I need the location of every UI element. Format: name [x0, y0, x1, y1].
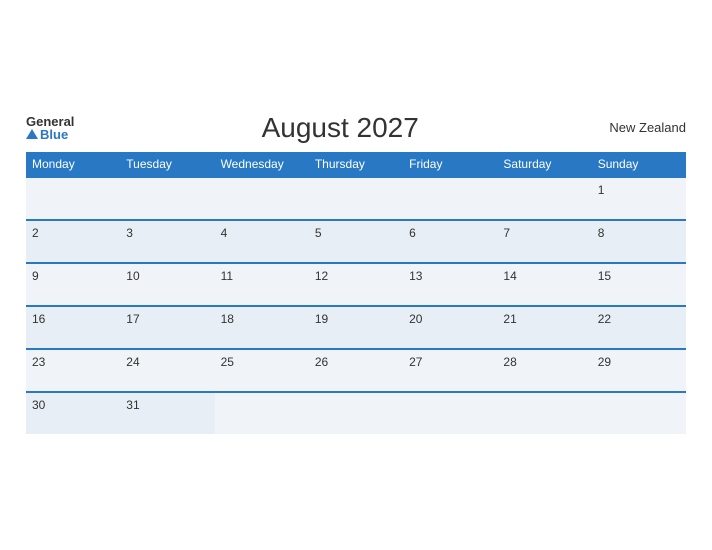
- day-number: 18: [221, 312, 234, 326]
- header-saturday: Saturday: [497, 152, 591, 177]
- calendar-day-cell: [309, 177, 403, 220]
- header-thursday: Thursday: [309, 152, 403, 177]
- day-number: 19: [315, 312, 328, 326]
- day-number: 13: [409, 269, 422, 283]
- day-number: 21: [503, 312, 516, 326]
- calendar-day-cell: 16: [26, 306, 120, 349]
- calendar-week-row: 2 3 4 5 6 7 8: [26, 220, 686, 263]
- calendar-day-cell: 4: [215, 220, 309, 263]
- calendar-week-row: 23 24 25 26 27 28 29: [26, 349, 686, 392]
- day-number: 10: [126, 269, 139, 283]
- day-number: 14: [503, 269, 516, 283]
- day-number: 11: [221, 269, 233, 283]
- day-number: 30: [32, 398, 45, 412]
- calendar-day-cell: [26, 177, 120, 220]
- calendar-day-cell: 15: [592, 263, 686, 306]
- calendar-day-cell: 25: [215, 349, 309, 392]
- calendar-day-cell: 14: [497, 263, 591, 306]
- calendar-day-cell: [497, 392, 591, 434]
- calendar-day-cell: 30: [26, 392, 120, 434]
- day-number: 20: [409, 312, 422, 326]
- header-tuesday: Tuesday: [120, 152, 214, 177]
- calendar-title: August 2027: [74, 112, 606, 144]
- day-number: 12: [315, 269, 328, 283]
- calendar-day-cell: 19: [309, 306, 403, 349]
- logo-general-text: General: [26, 115, 74, 128]
- calendar-day-cell: [403, 177, 497, 220]
- calendar-day-cell: 3: [120, 220, 214, 263]
- calendar-grid: Monday Tuesday Wednesday Thursday Friday…: [26, 152, 686, 434]
- header-sunday: Sunday: [592, 152, 686, 177]
- calendar-day-cell: [497, 177, 591, 220]
- day-number: 6: [409, 226, 416, 240]
- calendar-day-cell: 24: [120, 349, 214, 392]
- calendar-day-cell: 13: [403, 263, 497, 306]
- header-monday: Monday: [26, 152, 120, 177]
- calendar-day-cell: 7: [497, 220, 591, 263]
- calendar-country: New Zealand: [606, 120, 686, 135]
- header-wednesday: Wednesday: [215, 152, 309, 177]
- calendar-day-cell: 11: [215, 263, 309, 306]
- calendar-day-cell: 18: [215, 306, 309, 349]
- calendar-week-row: 9 10 11 12 13 14 15: [26, 263, 686, 306]
- day-number: 7: [503, 226, 510, 240]
- calendar-day-cell: 17: [120, 306, 214, 349]
- day-number: 24: [126, 355, 139, 369]
- calendar-day-cell: 12: [309, 263, 403, 306]
- weekday-header-row: Monday Tuesday Wednesday Thursday Friday…: [26, 152, 686, 177]
- calendar-day-cell: [120, 177, 214, 220]
- calendar-day-cell: 5: [309, 220, 403, 263]
- calendar-day-cell: 22: [592, 306, 686, 349]
- day-number: 2: [32, 226, 39, 240]
- day-number: 9: [32, 269, 39, 283]
- calendar-day-cell: [215, 177, 309, 220]
- calendar-day-cell: 20: [403, 306, 497, 349]
- calendar-day-cell: [309, 392, 403, 434]
- day-number: 1: [598, 183, 605, 197]
- calendar-container: General Blue August 2027 New Zealand Mon…: [11, 102, 701, 449]
- header-friday: Friday: [403, 152, 497, 177]
- calendar-day-cell: 31: [120, 392, 214, 434]
- calendar-day-cell: 1: [592, 177, 686, 220]
- day-number: 15: [598, 269, 611, 283]
- calendar-day-cell: 21: [497, 306, 591, 349]
- day-number: 22: [598, 312, 611, 326]
- logo-triangle-icon: [26, 129, 38, 139]
- day-number: 23: [32, 355, 45, 369]
- day-number: 17: [126, 312, 139, 326]
- calendar-day-cell: [592, 392, 686, 434]
- calendar-week-row: 30 31: [26, 392, 686, 434]
- day-number: 31: [126, 398, 139, 412]
- calendar-day-cell: 23: [26, 349, 120, 392]
- calendar-header: General Blue August 2027 New Zealand: [26, 112, 686, 144]
- day-number: 8: [598, 226, 605, 240]
- calendar-day-cell: 8: [592, 220, 686, 263]
- calendar-day-cell: 28: [497, 349, 591, 392]
- day-number: 26: [315, 355, 328, 369]
- calendar-week-row: 16 17 18 19 20 21 22: [26, 306, 686, 349]
- day-number: 25: [221, 355, 234, 369]
- day-number: 27: [409, 355, 422, 369]
- calendar-day-cell: 27: [403, 349, 497, 392]
- calendar-day-cell: 9: [26, 263, 120, 306]
- day-number: 3: [126, 226, 133, 240]
- calendar-week-row: 1: [26, 177, 686, 220]
- logo-blue-text: Blue: [26, 128, 74, 141]
- calendar-day-cell: [215, 392, 309, 434]
- calendar-day-cell: 26: [309, 349, 403, 392]
- day-number: 5: [315, 226, 322, 240]
- calendar-day-cell: [403, 392, 497, 434]
- logo: General Blue: [26, 115, 74, 141]
- calendar-day-cell: 2: [26, 220, 120, 263]
- calendar-day-cell: 29: [592, 349, 686, 392]
- calendar-day-cell: 10: [120, 263, 214, 306]
- calendar-day-cell: 6: [403, 220, 497, 263]
- day-number: 29: [598, 355, 611, 369]
- day-number: 16: [32, 312, 45, 326]
- day-number: 4: [221, 226, 228, 240]
- day-number: 28: [503, 355, 516, 369]
